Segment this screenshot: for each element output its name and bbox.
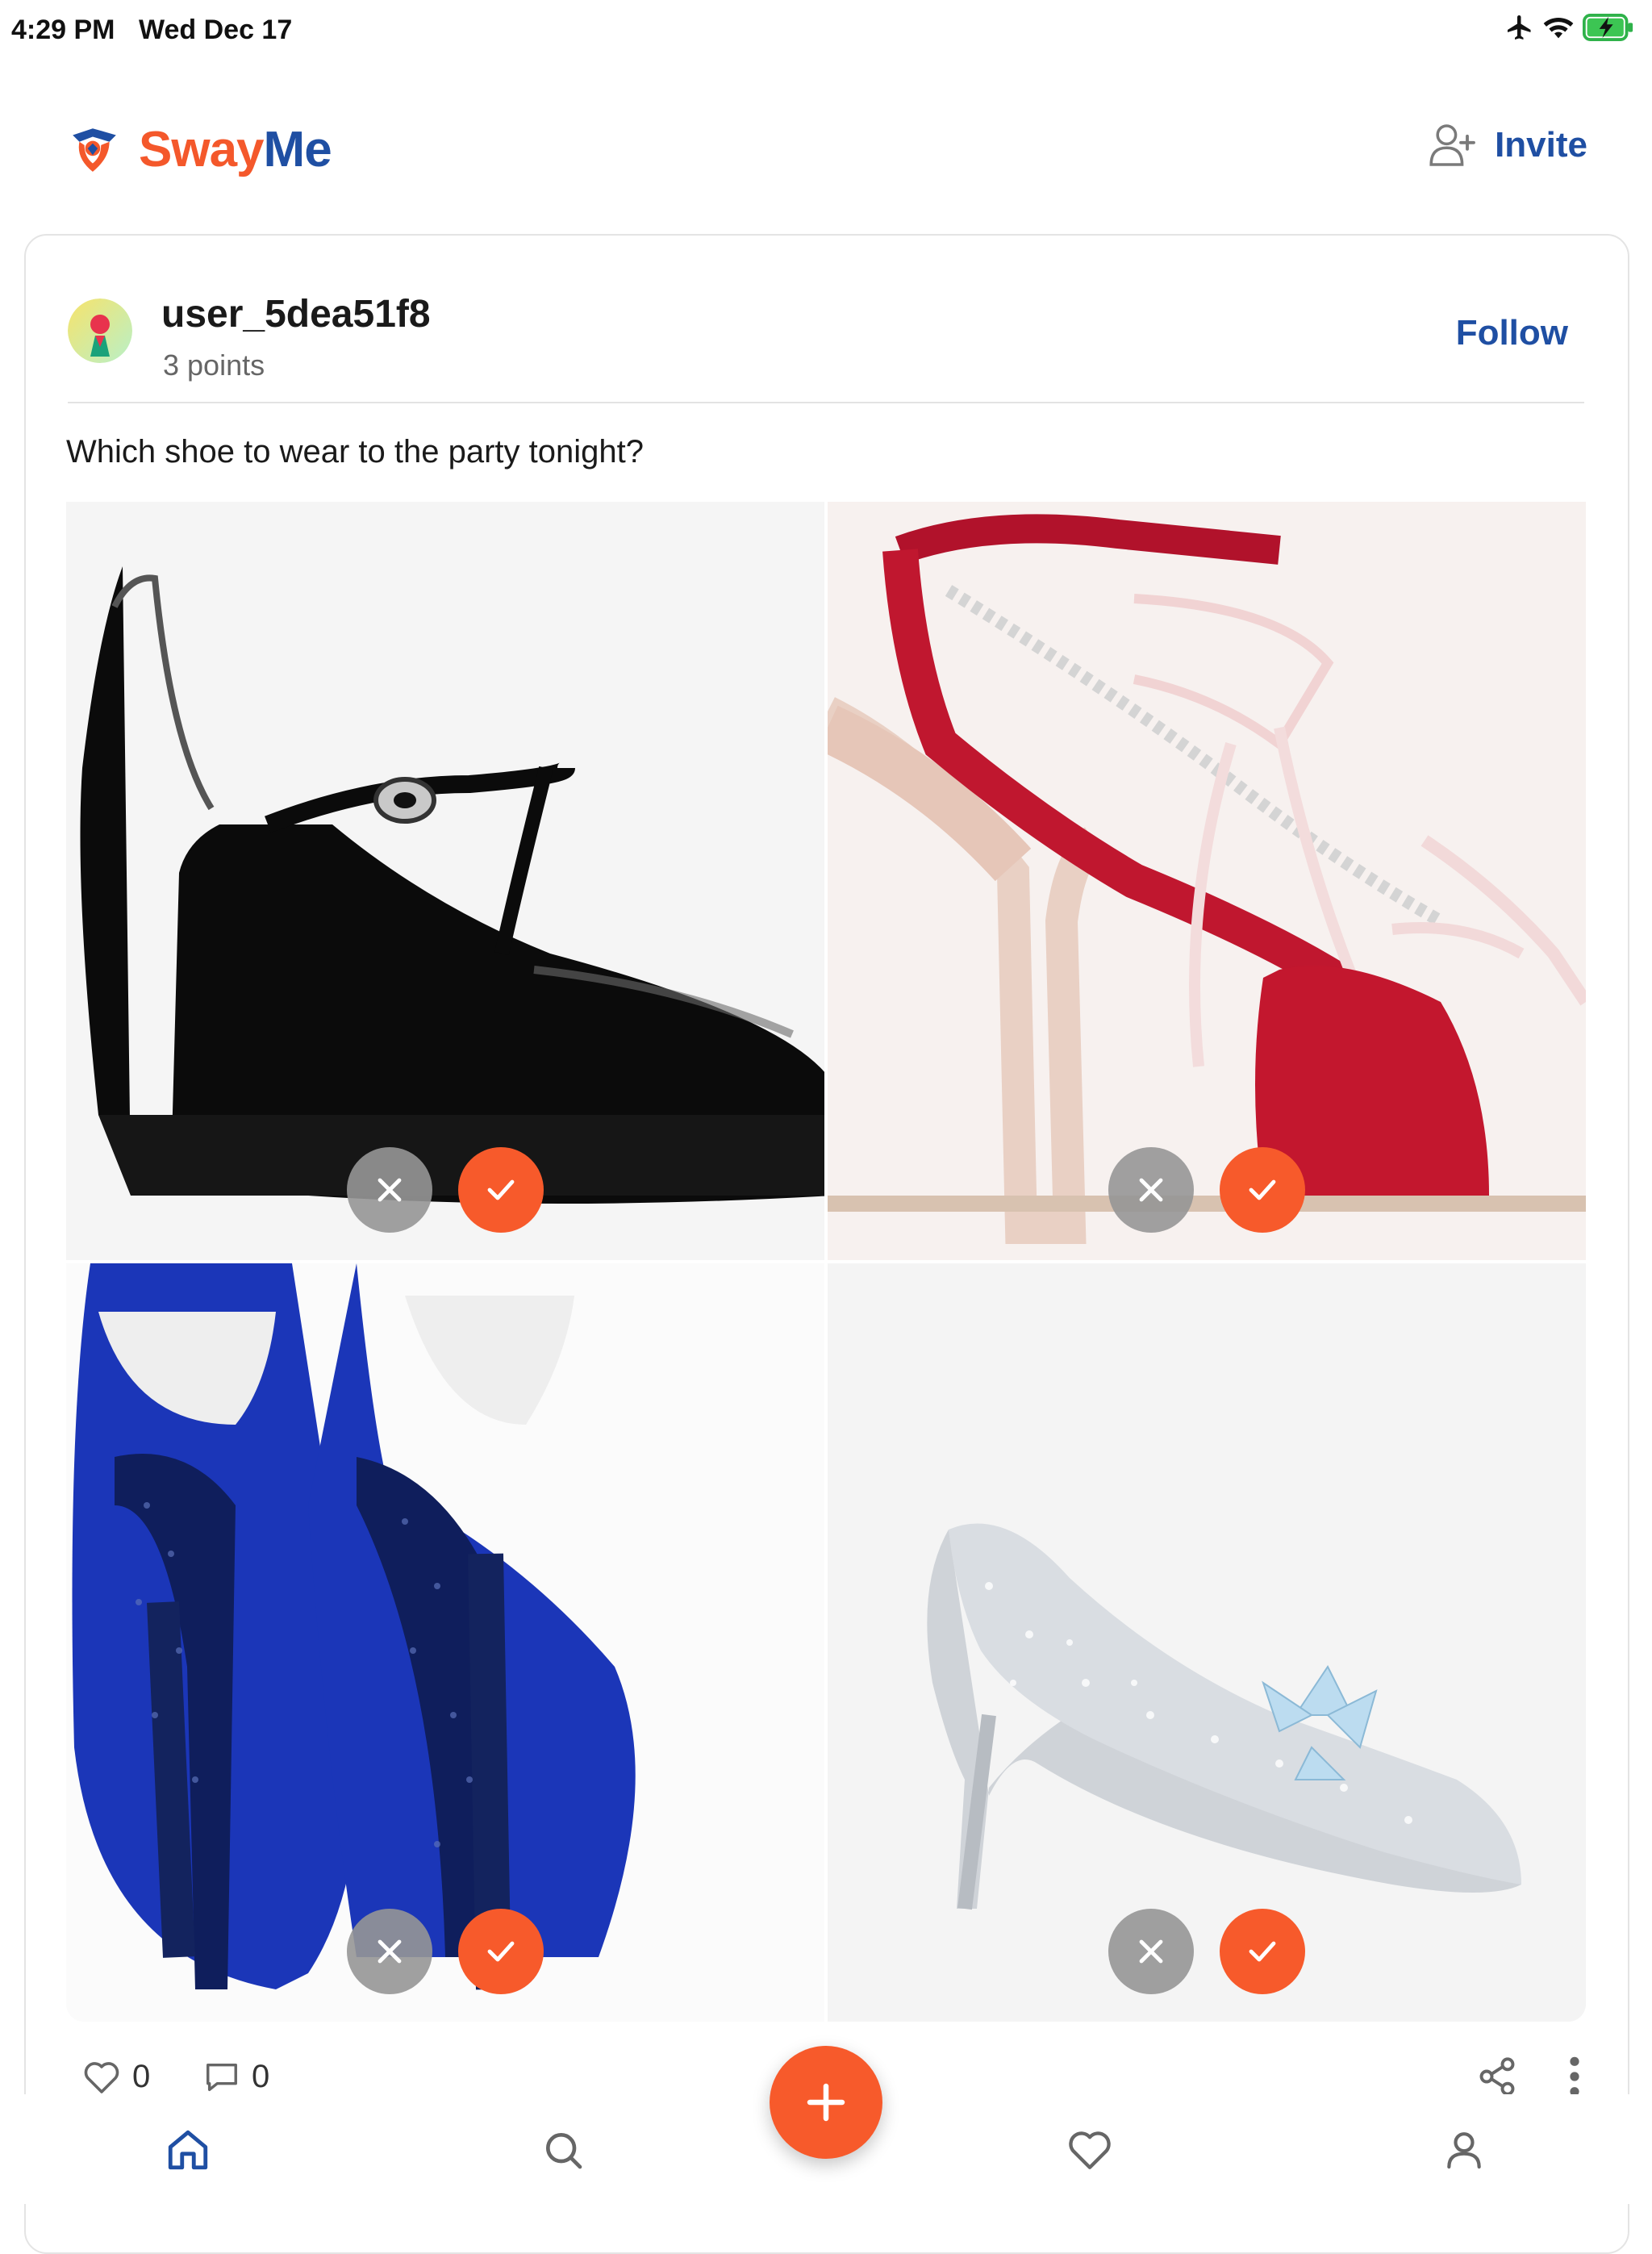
approve-button[interactable] xyxy=(458,1147,544,1233)
approve-button[interactable] xyxy=(1220,1147,1305,1233)
option-2[interactable] xyxy=(828,502,1586,1260)
username[interactable]: user_5dea51f8 xyxy=(161,292,431,336)
check-icon xyxy=(1249,1941,1276,1962)
check-icon xyxy=(487,1941,515,1962)
option-3-image xyxy=(66,1263,824,2022)
close-icon xyxy=(378,1939,402,1964)
status-date: Wed Dec 17 xyxy=(139,15,293,45)
avatar[interactable] xyxy=(68,298,132,363)
close-icon xyxy=(1139,1178,1163,1202)
status-bar: 4:29 PM Wed Dec 17 xyxy=(0,0,1652,65)
comment-count: 0 xyxy=(252,2059,270,2094)
brand-name: SwayMe xyxy=(139,121,332,178)
post-card: user_5dea51f8 3 points Follow Which shoe… xyxy=(24,234,1629,2254)
option-4-vote-actions xyxy=(1108,1909,1305,1997)
brand-name-part2: Me xyxy=(263,122,332,177)
post-question: Which shoe to wear to the party tonight? xyxy=(66,434,644,470)
invite-label: Invite xyxy=(1495,125,1587,165)
check-icon xyxy=(487,1179,515,1200)
invite-button[interactable]: Invite xyxy=(1429,123,1587,168)
battery-charging-icon xyxy=(1583,14,1633,41)
option-1-vote-actions xyxy=(347,1147,544,1236)
comment-icon xyxy=(206,2063,237,2091)
profile-icon xyxy=(1447,2132,1481,2169)
comment-button[interactable]: 0 xyxy=(203,2059,269,2095)
options-grid xyxy=(66,502,1587,2025)
swayme-logo[interactable]: SwayMe xyxy=(68,121,332,178)
follow-button[interactable]: Follow xyxy=(1456,313,1568,353)
logo-mark-icon xyxy=(73,127,116,172)
approve-button[interactable] xyxy=(458,1909,544,1994)
reject-button[interactable] xyxy=(1108,1147,1194,1233)
airplane-icon xyxy=(1508,15,1531,40)
post-header: user_5dea51f8 3 points Follow xyxy=(68,284,1584,389)
option-4[interactable] xyxy=(828,1263,1586,2022)
avatar-image xyxy=(68,298,132,363)
nav-search[interactable] xyxy=(535,2122,591,2178)
status-time: 4:29 PM xyxy=(11,15,115,45)
heart-icon xyxy=(1069,2131,1111,2169)
reject-button[interactable] xyxy=(1108,1909,1194,1994)
option-3-vote-actions xyxy=(347,1909,544,1997)
nav-home[interactable] xyxy=(160,2122,216,2178)
heart-icon xyxy=(84,2061,119,2093)
option-4-image xyxy=(828,1263,1586,2022)
wifi-icon xyxy=(1543,17,1574,39)
option-1[interactable] xyxy=(66,502,824,1260)
like-count: 0 xyxy=(132,2059,151,2094)
add-user-icon xyxy=(1429,124,1475,166)
approve-button[interactable] xyxy=(1220,1909,1305,1994)
nav-profile[interactable] xyxy=(1436,2122,1492,2178)
brand-name-part1: Sway xyxy=(139,122,265,177)
home-icon xyxy=(168,2130,208,2170)
option-2-image xyxy=(828,502,1586,1260)
reject-button[interactable] xyxy=(347,1147,432,1233)
check-icon xyxy=(1249,1179,1276,1200)
like-button[interactable]: 0 xyxy=(82,2059,150,2095)
search-icon xyxy=(546,2133,582,2169)
more-vertical-icon xyxy=(1570,2056,1579,2097)
user-points: 3 points xyxy=(163,349,265,382)
option-1-image xyxy=(80,566,824,1204)
plus-icon xyxy=(807,2083,845,2122)
reject-button[interactable] xyxy=(347,1909,432,1994)
create-post-button[interactable] xyxy=(770,2046,882,2159)
nav-favorites[interactable] xyxy=(1062,2122,1118,2178)
close-icon xyxy=(378,1178,402,1202)
option-2-vote-actions xyxy=(1108,1147,1305,1236)
status-icons xyxy=(1505,13,1634,42)
app-header: SwayMe Invite xyxy=(0,97,1652,202)
close-icon xyxy=(1139,1939,1163,1964)
share-icon xyxy=(1479,2057,1515,2096)
option-3[interactable] xyxy=(66,1263,824,2022)
divider xyxy=(68,402,1584,403)
